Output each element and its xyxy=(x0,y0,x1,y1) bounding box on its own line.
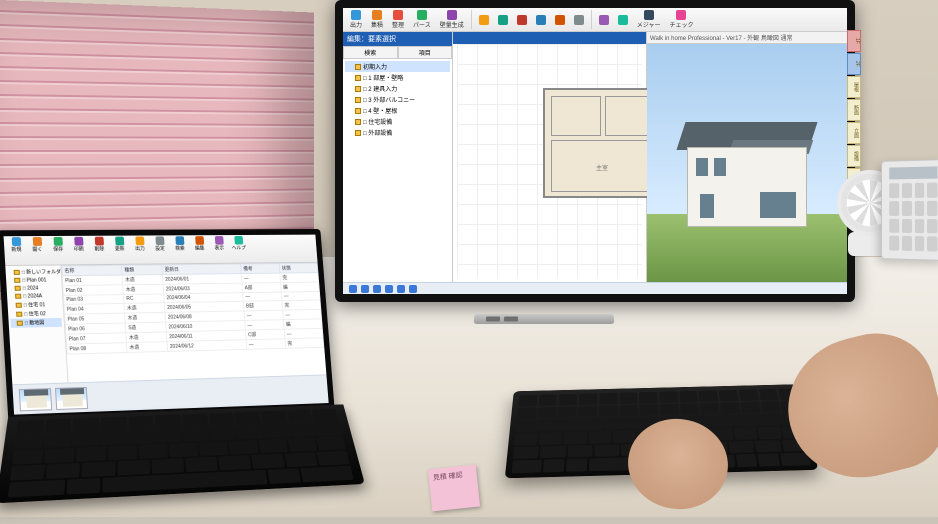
taskbar-icon[interactable] xyxy=(409,285,417,293)
laptop-ribbon-tool[interactable]: 新規 xyxy=(6,237,27,253)
taskbar-icon[interactable] xyxy=(397,285,405,293)
render-house xyxy=(687,112,807,227)
laptop-ribbon-tool[interactable]: 出力 xyxy=(130,236,150,252)
ribbon-tool[interactable]: 整理 xyxy=(389,9,407,30)
laptop-ribbon-tool[interactable]: 削除 xyxy=(89,237,109,253)
folder-item[interactable]: □ 敷地図 xyxy=(10,318,62,328)
ribbon-tool[interactable] xyxy=(571,14,587,26)
floor-plan[interactable]: 主室 xyxy=(543,88,663,198)
ribbon-tool[interactable]: パース xyxy=(410,9,434,30)
laptop-ribbon-tool[interactable]: 更新 xyxy=(109,237,129,253)
laptop-screen: 新規開く保存印刷削除更新出力設定検索編集表示ヘルプ □ 新しいフォルダ□ Pla… xyxy=(0,229,335,421)
taskbar-icon[interactable] xyxy=(373,285,381,293)
panel-tab[interactable]: 検索 xyxy=(343,46,398,59)
ribbon-tool[interactable] xyxy=(596,14,612,26)
app-ribbon[interactable]: 出力集積整理パース壁量生成 メジャーチェック xyxy=(343,8,847,32)
laptop: 新規開く保存印刷削除更新出力設定検索編集表示ヘルプ □ 新しいフォルダ□ Pla… xyxy=(0,229,369,523)
tree-item[interactable]: □ 1 部屋・壁略 xyxy=(345,72,450,83)
column-header[interactable]: 備考 xyxy=(241,264,280,274)
ribbon-tool[interactable] xyxy=(552,14,568,26)
ribbon-tool[interactable]: メジャー xyxy=(634,9,664,30)
thumbnail[interactable] xyxy=(55,386,88,409)
desk-phone xyxy=(881,159,938,261)
folder-tree[interactable]: □ 新しいフォルダ□ Plan 001□ 2024□ 2024A□ 住宅 01□… xyxy=(5,265,68,384)
vertical-tab[interactable]: 断面 xyxy=(847,99,861,121)
room[interactable] xyxy=(551,96,601,136)
laptop-keyboard[interactable] xyxy=(0,404,365,503)
laptop-ribbon-tool[interactable]: 開く xyxy=(27,237,48,253)
laptop-ribbon-tool[interactable]: 表示 xyxy=(209,236,229,251)
ribbon-tool[interactable] xyxy=(615,14,631,26)
element-tree[interactable]: 初期入力□ 1 部屋・壁略□ 2 建具入力□ 3 外部バルコニー□ 4 壁・屋根… xyxy=(343,59,452,282)
room-label: 主室 xyxy=(596,163,608,172)
tree-item[interactable]: □ 2 建具入力 xyxy=(345,83,450,94)
taskbar-icon[interactable] xyxy=(361,285,369,293)
panel-tab[interactable]: 項目 xyxy=(398,46,453,59)
ribbon-tool[interactable] xyxy=(476,14,492,26)
laptop-ribbon-tool[interactable]: 編集 xyxy=(189,236,209,251)
plan-header xyxy=(453,32,646,44)
tree-item[interactable]: □ 住宅設備 xyxy=(345,116,450,127)
photo-scene: 出力集積整理パース壁量生成メジャーチェック 編集：要素選択 検索項目 初期入力□… xyxy=(0,0,938,517)
monitor-screen: 出力集積整理パース壁量生成メジャーチェック 編集：要素選択 検索項目 初期入力□… xyxy=(343,8,847,294)
ribbon-tool[interactable] xyxy=(533,14,549,26)
ribbon-tool[interactable] xyxy=(514,14,530,26)
laptop-ribbon-tool[interactable]: 検索 xyxy=(170,236,190,252)
left-panel: 編集：要素選択 検索項目 初期入力□ 1 部屋・壁略□ 2 建具入力□ 3 外部… xyxy=(343,32,453,282)
panel-tabs[interactable]: 検索項目 xyxy=(343,46,452,59)
ribbon-tool[interactable]: チェック xyxy=(666,9,696,30)
sticky-note: 見積 確認 xyxy=(428,465,480,512)
vertical-tab[interactable]: 2F xyxy=(847,53,861,75)
column-header[interactable]: 状態 xyxy=(279,263,318,273)
tree-item[interactable]: □ 外部設備 xyxy=(345,127,450,138)
taskbar-icon[interactable] xyxy=(385,285,393,293)
usb-dock xyxy=(474,314,615,324)
render-pane[interactable]: Walk in home Professional - Ver17 - 外観 鳥… xyxy=(647,32,847,282)
file-table[interactable]: 名称種類更新日備考状態Plan 01木造2024/06/01—完Plan 02木… xyxy=(61,263,324,355)
floor-plan-pane[interactable]: 主室 xyxy=(453,32,647,282)
column-header[interactable]: 種類 xyxy=(122,265,163,275)
desktop-monitor: 出力集積整理パース壁量生成メジャーチェック 編集：要素選択 検索項目 初期入力□… xyxy=(335,0,855,302)
ribbon-tool[interactable]: 壁量生成 xyxy=(437,9,467,30)
laptop-ribbon-tool[interactable]: 設定 xyxy=(150,236,170,252)
ribbon-tool[interactable]: 出力 xyxy=(347,9,365,30)
file-list[interactable]: 名称種類更新日備考状態Plan 01木造2024/06/01—完Plan 02木… xyxy=(61,263,326,383)
laptop-ribbon-tool[interactable]: 印刷 xyxy=(68,237,89,253)
vertical-tab[interactable]: 屋根 xyxy=(847,76,861,98)
ribbon-tool[interactable]: 集積 xyxy=(368,9,386,30)
ribbon-tool[interactable] xyxy=(495,14,511,26)
windows-taskbar[interactable] xyxy=(343,282,847,294)
tree-item[interactable]: □ 4 壁・屋根 xyxy=(345,105,450,116)
laptop-ribbon[interactable]: 新規開く保存印刷削除更新出力設定検索編集表示ヘルプ xyxy=(4,235,318,266)
panel-title: 編集：要素選択 xyxy=(343,32,452,46)
thumbnail[interactable] xyxy=(19,388,53,411)
vertical-tab[interactable]: 立面 xyxy=(847,122,861,144)
vertical-tab[interactable]: 1F xyxy=(847,30,861,52)
room[interactable]: 主室 xyxy=(551,140,657,192)
tree-item[interactable]: □ 3 外部バルコニー xyxy=(345,94,450,105)
tree-item[interactable]: 初期入力 xyxy=(345,61,450,72)
vertical-tab[interactable]: 設備 xyxy=(847,145,861,167)
laptop-ribbon-tool[interactable]: 保存 xyxy=(48,237,69,253)
laptop-ribbon-tool[interactable]: ヘルプ xyxy=(229,236,249,251)
render-title: Walk in home Professional - Ver17 - 外観 鳥… xyxy=(647,32,847,44)
